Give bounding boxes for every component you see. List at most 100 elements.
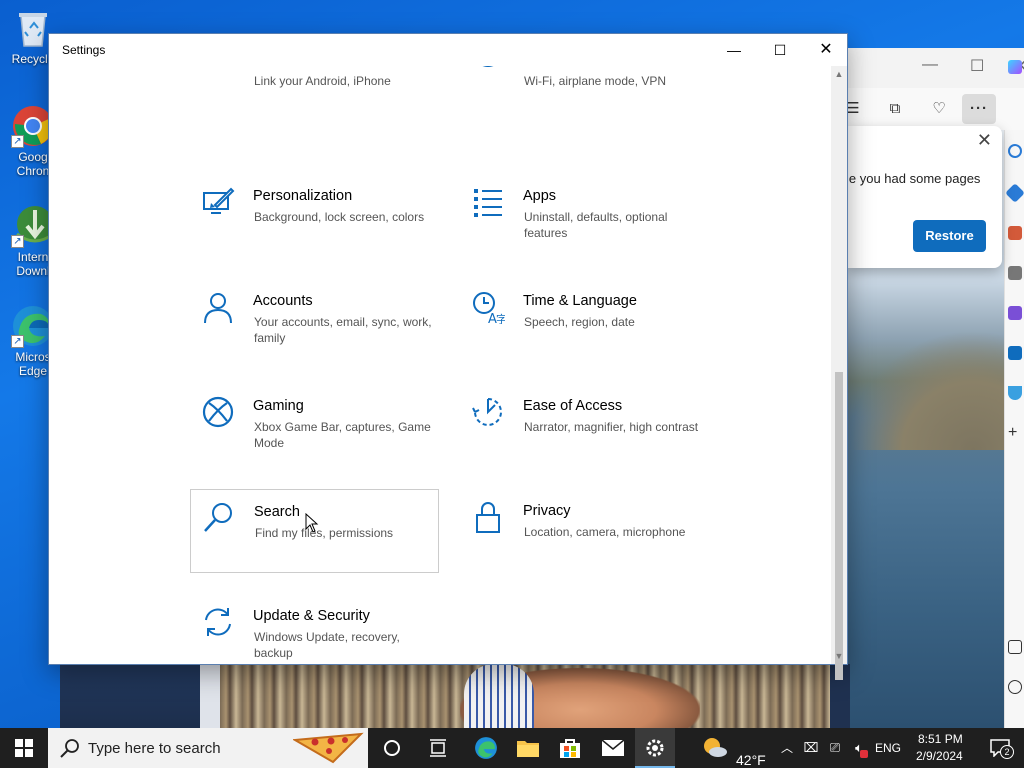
- search-placeholder: Type here to search: [88, 740, 221, 757]
- scroll-up-icon[interactable]: ▲: [831, 66, 847, 82]
- sidebar-settings-icon[interactable]: [1008, 680, 1022, 694]
- copilot-icon[interactable]: [1008, 60, 1022, 74]
- notification-count-badge: 2: [1000, 745, 1014, 759]
- sidebar-games-icon[interactable]: [1008, 266, 1022, 280]
- weather-temperature: 42°F: [736, 752, 766, 768]
- maximize-icon[interactable]: ☐: [970, 56, 984, 76]
- tile-time-language[interactable]: A字 Time & Language Speech, region, date: [460, 284, 709, 368]
- tile-description: Link your Android, iPhone: [254, 74, 391, 88]
- xbox-icon: [201, 395, 235, 429]
- tile-gaming[interactable]: Gaming Xbox Game Bar, captures, Game Mod…: [190, 389, 439, 473]
- favorites-icon[interactable]: ☰: [848, 98, 864, 120]
- tile-apps[interactable]: Apps Uninstall, defaults, optional featu…: [460, 179, 709, 263]
- sidebar-layout-icon[interactable]: [1008, 640, 1022, 654]
- chevron-up-icon: ︿: [780, 741, 793, 755]
- settings-titlebar[interactable]: Settings — ☐ ✕: [49, 34, 847, 66]
- tile-ease-of-access[interactable]: Ease of Access Narrator, magnifier, high…: [460, 389, 709, 473]
- sidebar-outlook-icon[interactable]: [1008, 346, 1022, 360]
- restore-message: le you had some pages: [846, 171, 981, 186]
- taskbar-mail[interactable]: [593, 728, 633, 768]
- taskbar-edge[interactable]: [466, 728, 506, 768]
- edge-sidebar: +: [1004, 60, 1024, 728]
- sidebar-drop-icon[interactable]: [1008, 386, 1022, 400]
- tile-network[interactable]: Wi-Fi, airplane mode, VPN: [460, 66, 709, 113]
- minimize-icon[interactable]: —: [922, 56, 938, 74]
- windows-logo-icon: [15, 739, 33, 757]
- task-view-button[interactable]: [418, 728, 458, 768]
- tile-update-security[interactable]: Update & Security Windows Update, recove…: [190, 599, 439, 664]
- taskbar: Type here to search 42°F ︿ ⌧ ⎚ 🔈︎ ENG 8:…: [0, 728, 1024, 768]
- clock[interactable]: 8:51 PM 2/9/2024: [906, 728, 972, 768]
- search-icon: [202, 500, 236, 534]
- weather-widget[interactable]: 42°F: [700, 728, 770, 768]
- desktop-icon-label: Micros Edge: [15, 350, 51, 378]
- tile-name: Search: [254, 504, 300, 520]
- camera-icon: ⌧: [803, 740, 819, 755]
- tile-description: Find my files, permissions: [255, 526, 394, 540]
- show-hidden-icons-button[interactable]: ︿: [778, 728, 796, 768]
- settings-scrollbar[interactable]: ▲ ▼: [831, 66, 847, 680]
- background-photo: [60, 664, 850, 728]
- task-view-cortana-button[interactable]: [372, 728, 412, 768]
- tile-personalization[interactable]: Personalization Background, lock screen,…: [190, 179, 439, 263]
- paint-display-icon: [201, 185, 235, 219]
- restore-button[interactable]: Restore: [913, 220, 986, 252]
- pizza-search-highlight-icon: [293, 732, 364, 764]
- network-icon: ⎚: [829, 740, 841, 755]
- tile-name: Personalization: [253, 188, 353, 204]
- scrollbar-thumb[interactable]: [835, 372, 843, 680]
- tile-description: Uninstall, defaults, optional features: [524, 210, 668, 240]
- close-button[interactable]: ✕: [803, 34, 849, 66]
- weather-moon-cloud-icon: [704, 738, 727, 757]
- close-icon[interactable]: ✕: [977, 130, 992, 151]
- tile-name: Privacy: [523, 503, 571, 519]
- minimize-button[interactable]: —: [711, 34, 757, 66]
- tile-description: Xbox Game Bar, captures, Game Mode: [254, 420, 431, 450]
- tile-name: Apps: [523, 188, 557, 204]
- notification-center-button[interactable]: 2: [980, 728, 1020, 768]
- tile-description: Location, camera, microphone: [524, 525, 686, 539]
- sidebar-search-icon[interactable]: [1008, 144, 1022, 158]
- tile-description: Narrator, magnifier, high contrast: [524, 420, 699, 434]
- folder-icon: [517, 741, 539, 757]
- sidebar-add-icon[interactable]: +: [1008, 425, 1022, 441]
- tile-name: Gaming: [253, 398, 304, 414]
- restore-pages-popup: le you had some pages ✕ Restore: [846, 126, 1002, 268]
- settings-window[interactable]: Settings — ☐ ✕ Link your Android, iPhone…: [48, 33, 848, 680]
- edge-titlebar[interactable]: — ☐ ✕: [848, 48, 1024, 88]
- start-button[interactable]: [0, 728, 48, 768]
- language-indicator[interactable]: ENG: [872, 728, 904, 768]
- taskbar-file-explorer[interactable]: [508, 728, 548, 768]
- tile-privacy[interactable]: Privacy Location, camera, microphone: [460, 494, 709, 578]
- tile-name: Time & Language: [523, 293, 637, 309]
- collections-icon[interactable]: ⧉: [884, 98, 906, 120]
- tile-phone[interactable]: Link your Android, iPhone: [190, 66, 439, 113]
- landscape-image: [848, 330, 1004, 450]
- taskbar-store[interactable]: [550, 728, 590, 768]
- tray-network[interactable]: ⎚: [825, 728, 845, 768]
- phone-icon: [201, 66, 235, 69]
- tile-description: Wi-Fi, airplane mode, VPN: [524, 74, 667, 88]
- scroll-down-icon[interactable]: ▼: [831, 648, 847, 664]
- tray-meet-now[interactable]: ⌧: [802, 728, 820, 768]
- sidebar-office-icon[interactable]: [1008, 306, 1022, 320]
- taskbar-search-box[interactable]: Type here to search: [48, 728, 368, 768]
- clock-date: 2/9/2024: [916, 749, 963, 763]
- clock-time: 8:51 PM: [918, 732, 963, 746]
- task-view-icon: [430, 739, 446, 757]
- browser-essentials-icon[interactable]: ♡: [928, 98, 950, 120]
- shortcut-arrow-icon: ↗: [11, 235, 24, 248]
- shortcut-arrow-icon: ↗: [11, 135, 24, 148]
- more-options-icon[interactable]: ···: [962, 94, 996, 124]
- lock-icon: [471, 500, 505, 534]
- maximize-button[interactable]: ☐: [757, 34, 803, 66]
- sidebar-shopping-icon[interactable]: [1005, 183, 1024, 203]
- tile-accounts[interactable]: Accounts Your accounts, email, sync, wor…: [190, 284, 439, 368]
- sync-arrows-icon: [201, 605, 235, 639]
- desktop-icon-label: Goog Chron: [16, 150, 50, 178]
- taskbar-settings[interactable]: [635, 728, 675, 768]
- sidebar-tools-icon[interactable]: [1008, 226, 1022, 240]
- svg-text:字: 字: [496, 312, 505, 324]
- gear-icon: [646, 739, 664, 757]
- tray-volume[interactable]: 🔈︎: [849, 728, 869, 768]
